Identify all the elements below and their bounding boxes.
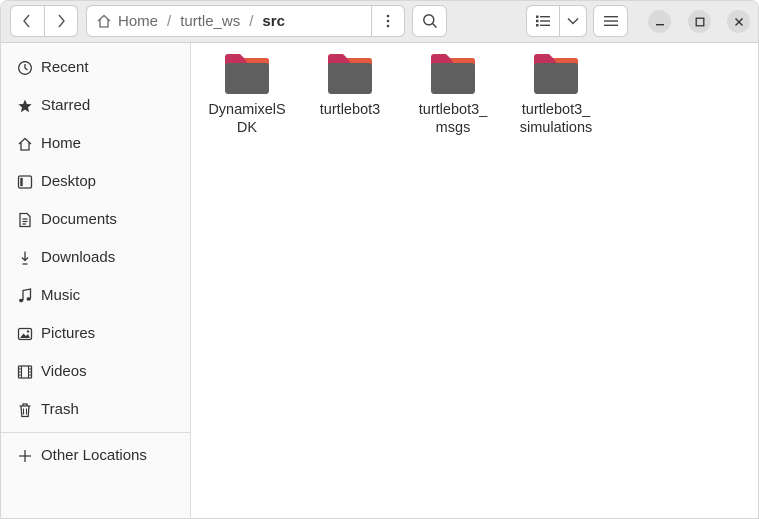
sidebar-item-label: Downloads (41, 248, 116, 266)
chevron-right-icon (58, 14, 65, 28)
forward-button[interactable] (43, 6, 78, 36)
folder-item[interactable]: DynamixelS DK (199, 51, 295, 137)
search-icon (422, 14, 437, 29)
folder-icon (534, 54, 578, 94)
breadcrumb-separator: / (167, 12, 172, 30)
sidebar-divider (1, 432, 190, 433)
file-name: turtlebot3_ simulations (519, 102, 593, 136)
minimize-icon (655, 23, 664, 25)
clock-icon (16, 59, 34, 77)
plus-icon (16, 447, 34, 465)
picture-icon (16, 325, 34, 343)
close-button[interactable] (727, 10, 750, 33)
list-view-button[interactable] (527, 6, 559, 36)
folder-item[interactable]: turtlebot3_ simulations (508, 51, 604, 137)
sidebar-item-documents[interactable]: Documents (1, 200, 190, 238)
breadcrumb-label: turtle_ws (180, 12, 241, 30)
sidebar: Recent Starred Home Desktop Documents Do… (1, 43, 191, 518)
search-button[interactable] (412, 5, 447, 37)
list-view-icon (536, 15, 551, 27)
home-icon (97, 14, 111, 28)
folder-icon (225, 54, 269, 94)
chevron-down-icon (567, 18, 579, 25)
sidebar-item-pictures[interactable]: Pictures (1, 314, 190, 352)
file-name: DynamixelS DK (208, 102, 286, 136)
sidebar-item-label: Other Locations (41, 446, 147, 464)
sidebar-item-downloads[interactable]: Downloads (1, 238, 190, 276)
vertical-dots-icon (386, 14, 390, 28)
desktop-icon (16, 173, 34, 191)
back-button[interactable] (11, 6, 44, 36)
header-bar: Home / turtle_ws / src (1, 1, 758, 43)
close-icon (734, 17, 743, 26)
hamburger-icon (603, 16, 618, 26)
sidebar-item-recent[interactable]: Recent (1, 48, 190, 86)
breadcrumb-label: Home (118, 12, 159, 30)
file-view: DynamixelS DK turtlebot3 turtlebot3_ msgs … (192, 43, 758, 518)
download-icon (16, 249, 34, 267)
sidebar-item-label: Trash (41, 400, 79, 418)
video-icon (16, 363, 34, 381)
sidebar-item-label: Videos (41, 362, 87, 380)
sidebar-item-desktop[interactable]: Desktop (1, 162, 190, 200)
breadcrumb-home[interactable]: Home (87, 6, 158, 36)
sidebar-item-label: Pictures (41, 324, 96, 342)
folder-item[interactable]: turtlebot3 (302, 51, 398, 119)
maximize-button[interactable] (688, 10, 711, 33)
sidebar-item-trash[interactable]: Trash (1, 390, 190, 428)
sidebar-item-home[interactable]: Home (1, 124, 190, 162)
minimize-button[interactable] (648, 10, 671, 33)
main-menu-button[interactable] (593, 5, 628, 37)
maximize-icon (695, 17, 704, 26)
sidebar-item-other-locations[interactable]: Other Locations (1, 436, 190, 474)
sidebar-item-videos[interactable]: Videos (1, 352, 190, 390)
folder-item[interactable]: turtlebot3_ msgs (405, 51, 501, 137)
breadcrumb-turtle-ws[interactable]: turtle_ws (180, 6, 240, 36)
home-icon (16, 135, 34, 153)
folder-icon (431, 54, 475, 94)
breadcrumb-src[interactable]: src (262, 6, 285, 36)
breadcrumb: Home / turtle_ws / src (86, 5, 405, 37)
star-icon (16, 97, 34, 115)
sidebar-item-label: Starred (41, 96, 91, 114)
chevron-left-icon (23, 14, 30, 28)
music-icon (16, 287, 34, 305)
folder-icon (328, 54, 372, 94)
sidebar-item-music[interactable]: Music (1, 276, 190, 314)
breadcrumb-label: src (262, 12, 285, 30)
document-icon (16, 211, 34, 229)
sidebar-item-label: Desktop (41, 172, 97, 190)
sidebar-item-starred[interactable]: Starred (1, 86, 190, 124)
breadcrumb-separator: / (249, 12, 254, 30)
sidebar-item-label: Documents (41, 210, 117, 228)
trash-icon (16, 401, 34, 419)
sidebar-item-label: Music (41, 286, 81, 304)
sidebar-item-label: Recent (41, 58, 89, 76)
view-dropdown-button[interactable] (559, 6, 586, 36)
path-options-button[interactable] (371, 6, 404, 36)
view-options (526, 5, 587, 37)
navigation-buttons (10, 5, 78, 37)
sidebar-item-label: Home (41, 134, 82, 152)
file-manager-window: Home / turtle_ws / src Recent Starred Ho… (0, 0, 759, 519)
file-name: turtlebot3 (319, 102, 381, 118)
file-name: turtlebot3_ msgs (418, 102, 488, 136)
